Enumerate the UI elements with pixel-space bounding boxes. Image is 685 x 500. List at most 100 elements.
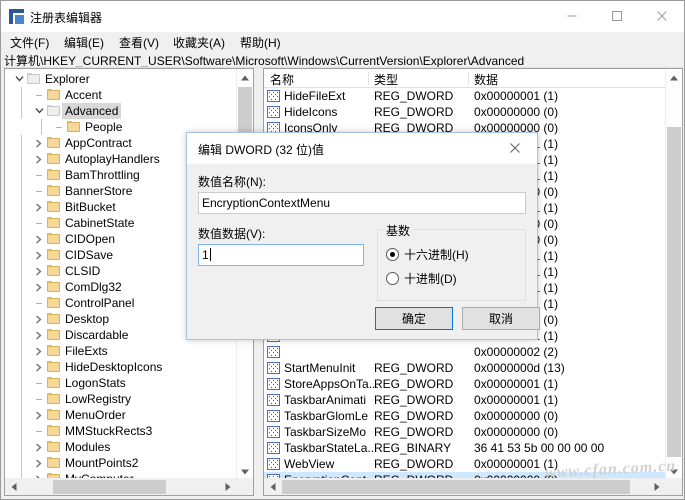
tree-scroll-right-arrow[interactable] [219,479,236,495]
tree-item-label: Explorer [45,72,90,86]
tree-item-hidedesktopicons[interactable]: HideDesktopIcons [5,359,237,375]
folder-icon [47,105,60,116]
column-header-type[interactable]: 类型 [374,71,398,88]
tree-connector-line [21,263,22,279]
chevron-down-icon[interactable] [33,103,45,119]
tree-item-label: HideDesktopIcons [65,360,163,374]
tree-item-menuorder[interactable]: MenuOrder [5,407,237,423]
folder-icon [47,425,60,436]
folder-icon [47,313,60,324]
tree-item-fileexts[interactable]: FileExts [5,343,237,359]
column-header-data[interactable]: 数据 [474,71,498,88]
chevron-right-icon[interactable] [33,407,45,423]
table-row[interactable]: TaskbarGlomLe REG_DWORD 0x00000000 (0) [264,408,665,424]
cell-type: REG_DWORD [374,361,454,375]
tree-connector-line [21,167,22,183]
list-scroll-thumb[interactable] [667,127,681,457]
chevron-right-icon[interactable] [33,279,45,295]
tree-item-label: People [85,120,123,134]
chevron-right-icon[interactable] [33,311,45,327]
folder-icon [47,153,60,164]
tree-item-lowregistry[interactable]: LowRegistry [5,391,237,407]
folder-icon [47,297,60,308]
list-scroll-left-arrow[interactable] [264,479,281,495]
table-row[interactable]: StartMenuInit REG_DWORD 0x0000000d (13) [264,360,665,376]
base-group-label: 基数 [383,222,414,239]
cell-type: REG_BINARY [374,441,452,455]
chevron-right-icon[interactable] [33,343,45,359]
list-scroll-up-arrow[interactable] [666,69,682,86]
tree-scroll-left-arrow[interactable] [5,479,22,495]
column-divider[interactable] [368,72,369,85]
chevron-right-icon[interactable] [33,455,45,471]
value-data-input[interactable]: 1 [198,244,364,266]
title-bar: 注册表编辑器 [1,1,684,32]
chevron-right-icon[interactable] [33,199,45,215]
menu-edit[interactable]: 编辑(E) [61,34,107,50]
chevron-right-icon[interactable] [33,135,45,151]
dword-value-icon [267,90,280,102]
table-row[interactable]: 0x00000002 (2) [264,344,665,360]
tree-item-label: BamThrottling [65,168,140,182]
column-header-name[interactable]: 名称 [270,71,294,88]
table-row[interactable]: StoreAppsOnTa... REG_DWORD 0x00000001 (1) [264,376,665,392]
tree-item-mountpoints2[interactable]: MountPoints2 [5,455,237,471]
ok-button[interactable]: 确定 [375,307,453,330]
chevron-right-icon[interactable] [33,247,45,263]
tree-item-advanced[interactable]: Advanced [5,103,237,119]
chevron-right-icon[interactable] [33,439,45,455]
folder-icon [47,217,60,228]
folder-icon [27,73,40,84]
chevron-right-icon[interactable] [33,231,45,247]
address-bar[interactable]: 计算机\HKEY_CURRENT_USER\Software\Microsoft… [1,51,684,68]
table-row[interactable]: WebView REG_DWORD 0x00000001 (1) [264,456,665,472]
dialog-close-button[interactable] [492,133,537,163]
table-row[interactable]: TaskbarAnimati REG_DWORD 0x00000001 (1) [264,392,665,408]
tree-item-label: MMStuckRects3 [65,424,153,438]
radio-hexadecimal-label[interactable]: 十六进制(H) [404,246,469,263]
menu-file[interactable]: 文件(F) [7,34,52,50]
chevron-down-icon[interactable] [13,71,25,87]
tree-item-mmstuckrects3[interactable]: MMStuckRects3 [5,423,237,439]
chevron-right-icon[interactable] [33,263,45,279]
list-horizontal-scrollbar[interactable] [264,478,665,495]
tree-connector-line [21,231,22,247]
cell-name: StartMenuInit [284,361,356,375]
cancel-button[interactable]: 取消 [462,307,540,330]
column-divider[interactable] [468,72,469,85]
chevron-right-icon[interactable] [33,327,45,343]
list-scroll-right-arrow[interactable] [648,479,665,495]
menu-favorites[interactable]: 收藏夹(A) [170,34,228,50]
cell-type: REG_DWORD [374,377,454,391]
list-vertical-scrollbar[interactable] [665,69,682,480]
tree-item-label: CabinetState [65,216,135,230]
list-hscroll-thumb[interactable] [282,480,630,494]
tree-item-logonstats[interactable]: LogonStats [5,375,237,391]
table-row[interactable]: TaskbarSizeMo REG_DWORD 0x00000000 (0) [264,424,665,440]
close-button[interactable] [639,1,684,31]
chevron-right-icon[interactable] [33,359,45,375]
dword-value-icon [267,394,280,406]
tree-horizontal-scrollbar[interactable] [5,478,236,495]
table-row[interactable]: HideFileExt REG_DWORD 0x00000001 (1) [264,88,665,104]
base-groupbox [377,229,526,301]
minimize-button[interactable] [549,1,594,31]
chevron-right-icon[interactable] [33,151,45,167]
tree-hscroll-thumb[interactable] [53,480,166,494]
menu-help[interactable]: 帮助(H) [237,34,284,50]
tree-item-accent[interactable]: Accent [5,87,237,103]
radio-decimal-label[interactable]: 十进制(D) [404,270,457,287]
tree-connector-line [21,439,22,455]
tree-item-modules[interactable]: Modules [5,439,237,455]
table-row[interactable]: TaskbarStateLa... REG_BINARY 36 41 53 5b 0… [264,440,665,456]
radio-decimal[interactable] [386,272,399,285]
dialog-title: 编辑 DWORD (32 位)值 [198,143,325,157]
tree-item-explorer[interactable]: Explorer [5,71,237,87]
radio-hexadecimal[interactable] [386,248,399,261]
tree-scroll-corner [236,478,253,495]
tree-scroll-up-arrow[interactable] [237,69,253,86]
value-name-input[interactable]: EncryptionContextMenu [198,192,526,214]
table-row[interactable]: HideIcons REG_DWORD 0x00000000 (0) [264,104,665,120]
menu-view[interactable]: 查看(V) [116,34,162,50]
maximize-button[interactable] [594,1,639,31]
